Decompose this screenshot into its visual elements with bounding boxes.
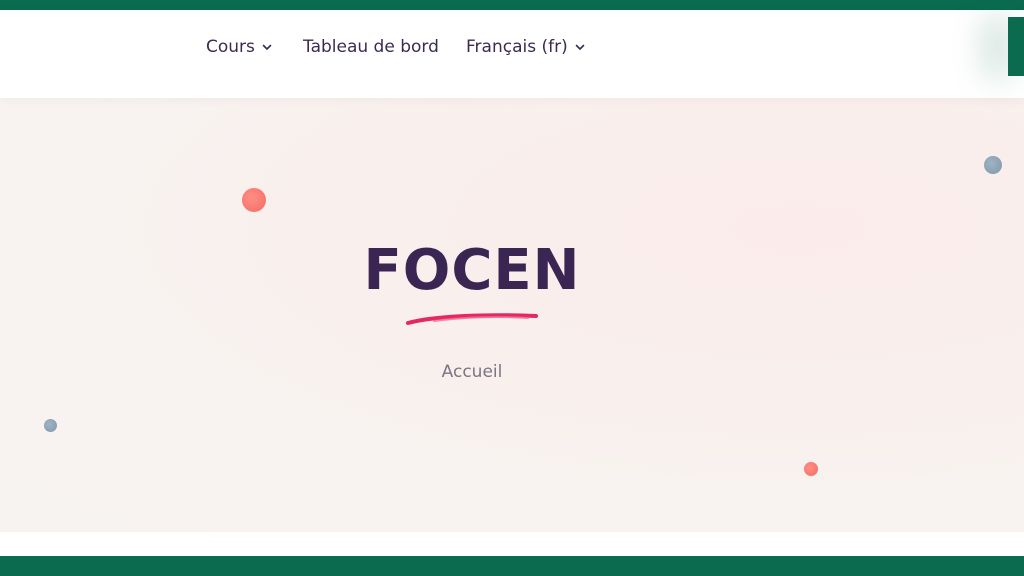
navbar: Cours Tableau de bord Français (fr): [0, 10, 1024, 98]
nav-item-tableau-de-bord-label: Tableau de bord: [303, 37, 439, 57]
chevron-down-icon: [262, 44, 272, 50]
nav-item-cours-label: Cours: [206, 37, 255, 57]
chevron-down-icon: [575, 44, 585, 50]
page-header-hero: FOCEN Accueil: [0, 98, 1024, 532]
top-brand-strip: [0, 0, 1024, 10]
decorative-dot: [804, 462, 818, 476]
bottom-brand-strip: [0, 556, 1024, 576]
page-title: FOCEN: [363, 238, 581, 303]
primary-nav: Cours Tableau de bord Français (fr): [206, 37, 586, 57]
decorative-dot: [44, 419, 57, 432]
breadcrumb-item-accueil[interactable]: Accueil: [442, 362, 503, 382]
nav-item-cours[interactable]: Cours: [206, 37, 303, 57]
decorative-dot: [984, 156, 1002, 174]
breadcrumb: Accueil: [0, 362, 944, 382]
title-underline-swoosh: [406, 313, 538, 325]
content-gap: [0, 532, 1024, 556]
decorative-dot: [242, 188, 266, 212]
nav-item-tableau-de-bord[interactable]: Tableau de bord: [303, 37, 466, 57]
language-selector[interactable]: Français (fr): [466, 37, 586, 57]
language-selector-label: Français (fr): [466, 37, 568, 57]
side-panel-toggle-button[interactable]: [1008, 17, 1024, 76]
